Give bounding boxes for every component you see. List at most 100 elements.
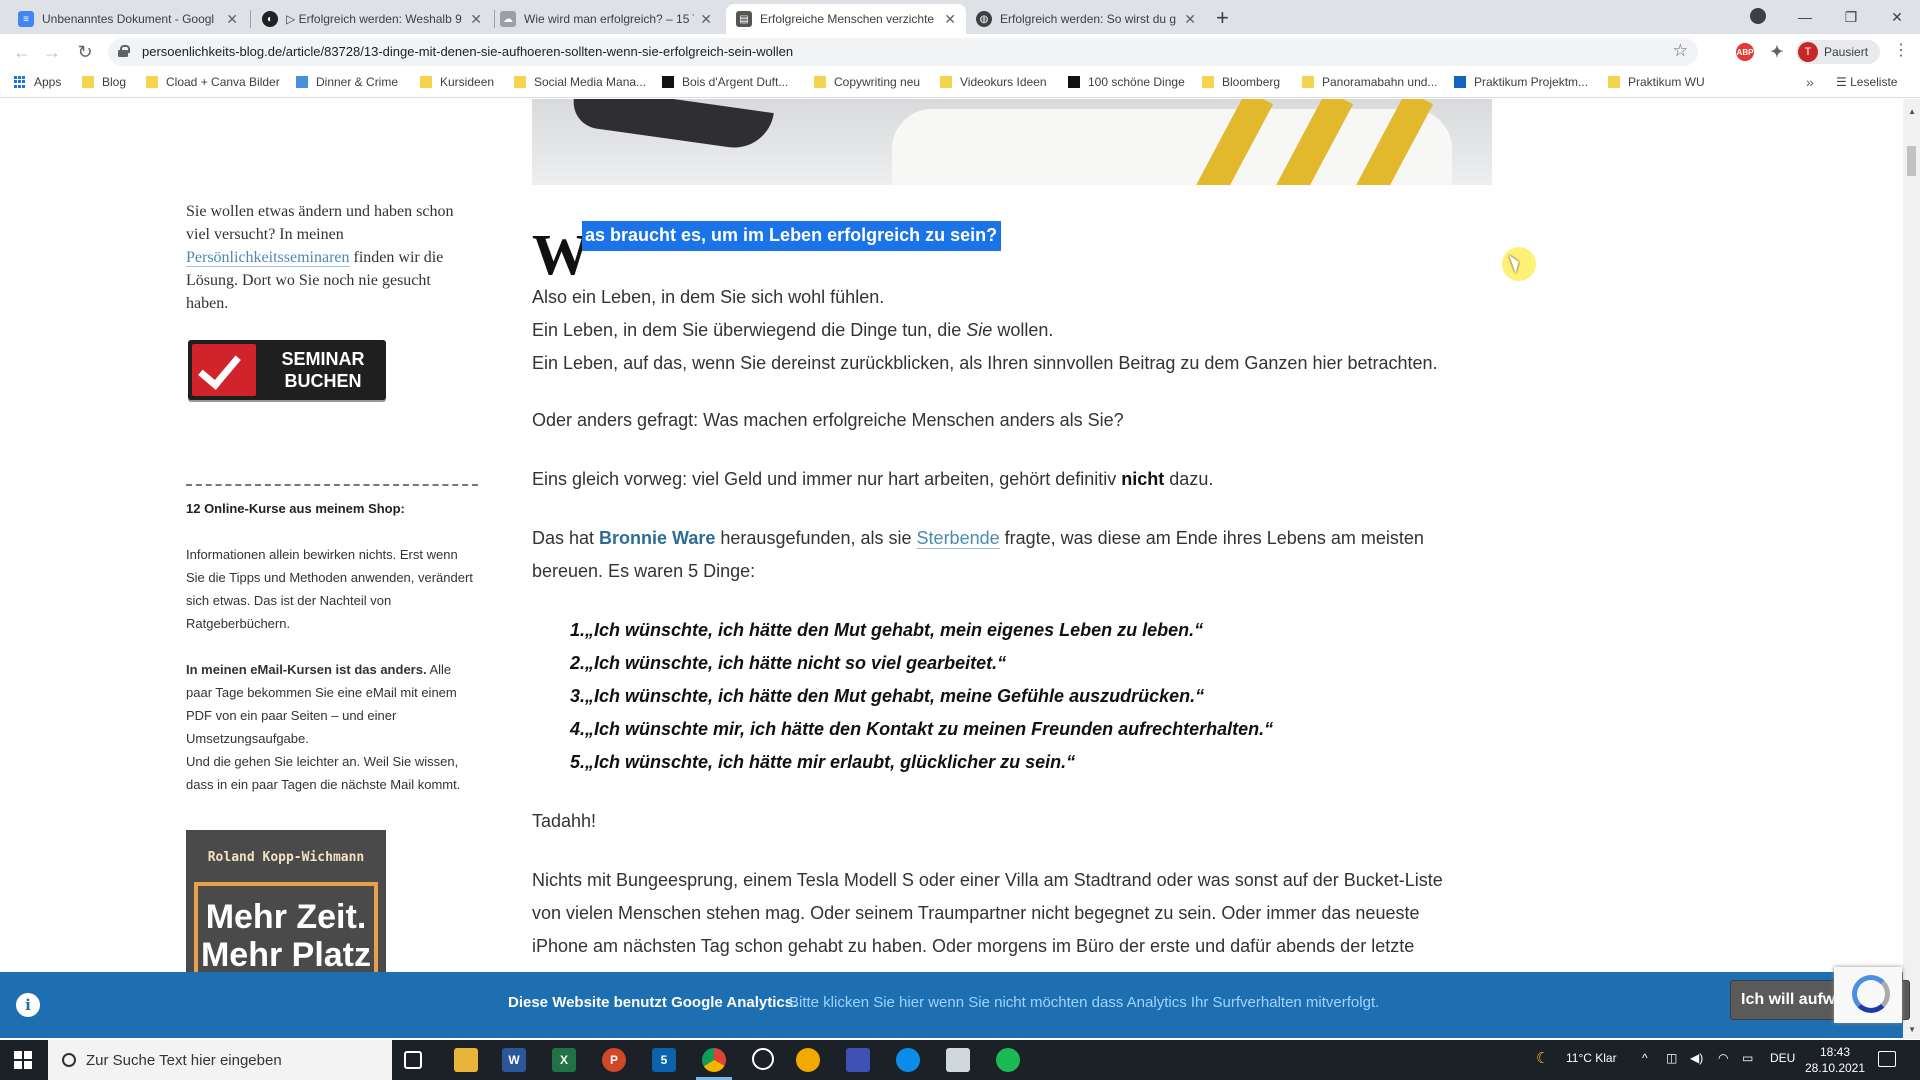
notification-center-icon[interactable] bbox=[1878, 1051, 1896, 1067]
language-indicator[interactable]: DEU bbox=[1770, 1051, 1795, 1065]
close-icon[interactable]: ✕ bbox=[700, 11, 712, 28]
close-icon[interactable]: ✕ bbox=[470, 11, 482, 28]
tab-erfolgreich-so-wirst-du[interactable]: ◍ Erfolgreich werden: So wirst du g ✕ bbox=[966, 4, 1206, 34]
restore-button[interactable]: ❐ bbox=[1828, 0, 1874, 34]
selected-heading-text[interactable]: as braucht es, um im Leben erfolgreich z… bbox=[582, 221, 1002, 251]
forward-button[interactable]: → bbox=[40, 40, 64, 64]
analytics-opt-out-link[interactable]: Bitte klicken Sie hier wenn Sie nicht mö… bbox=[789, 994, 1379, 1011]
close-icon[interactable]: ✕ bbox=[226, 11, 238, 28]
scroll-down-arrow-icon[interactable]: ▼ bbox=[1908, 1025, 1916, 1034]
bookmark-copywriting[interactable]: Copywriting neu bbox=[814, 75, 920, 89]
close-icon[interactable]: ✕ bbox=[944, 11, 956, 28]
page-scrollbar[interactable]: ▲ ▼ bbox=[1903, 99, 1920, 1039]
bookmark-panoramabahn[interactable]: Panoramabahn und... bbox=[1302, 75, 1437, 89]
tray-chevron-icon[interactable]: ^ bbox=[1642, 1051, 1648, 1065]
scroll-thumb[interactable] bbox=[1907, 146, 1916, 176]
close-window-button[interactable]: ✕ bbox=[1874, 0, 1920, 34]
list-item: 2.„Ich wünschte, ich hätte nicht so viel… bbox=[570, 653, 1007, 673]
scroll-up-arrow-icon[interactable]: ▲ bbox=[1908, 107, 1916, 116]
volume-icon[interactable]: ◀) bbox=[1690, 1051, 1703, 1065]
menu-kebab-icon[interactable]: ⋮ bbox=[1893, 40, 1909, 60]
bookmark-apps[interactable]: Apps bbox=[14, 75, 61, 89]
bookmark-100-schoene-dinge[interactable]: 100 schöne Dinge bbox=[1068, 75, 1185, 89]
bookmark-dinner-crime[interactable]: Dinner & Crime bbox=[296, 75, 398, 89]
minimize-button[interactable]: — bbox=[1782, 0, 1828, 34]
globe-icon: ◍ bbox=[976, 11, 992, 27]
seminar-promo-text: Sie wollen etwas ändern und haben schon … bbox=[186, 203, 454, 312]
bookmark-blog[interactable]: Blog bbox=[82, 75, 126, 89]
app-icon[interactable] bbox=[846, 1048, 870, 1072]
mail-icon[interactable]: 5 bbox=[652, 1048, 676, 1072]
excel-icon[interactable]: X bbox=[552, 1048, 576, 1072]
weather-text[interactable]: 11°C Klar bbox=[1566, 1051, 1617, 1065]
chrome-icon[interactable] bbox=[702, 1048, 726, 1072]
tab-wie-wird-man-erfolgreich[interactable]: ☁ Wie wird man erfolgreich? – 15 T ✕ bbox=[490, 4, 722, 34]
reading-list-button[interactable]: ☰ Leseliste bbox=[1836, 75, 1897, 89]
spotify-icon[interactable] bbox=[996, 1048, 1020, 1072]
blog-icon: ▤ bbox=[736, 11, 752, 27]
list-item: 4.„Ich wünschte mir, ich hätte den Konta… bbox=[570, 719, 1274, 739]
sterbende-link[interactable]: Sterbende bbox=[916, 528, 1000, 549]
info-icon: i bbox=[16, 993, 40, 1017]
obs-icon[interactable] bbox=[752, 1048, 774, 1070]
recaptcha-badge[interactable] bbox=[1834, 967, 1902, 1023]
tab-google-doc[interactable]: ≡ Unbenanntes Dokument - Googl ✕ bbox=[8, 4, 248, 34]
edge-icon[interactable] bbox=[896, 1048, 920, 1072]
folder-icon bbox=[1608, 76, 1620, 88]
bookmark-bois-dargent[interactable]: Bois d'Argent Duft... bbox=[662, 75, 788, 89]
tab-search-icon[interactable] bbox=[1750, 8, 1766, 24]
bookmark-social-media[interactable]: Social Media Mana... bbox=[514, 75, 646, 89]
bronnie-ware-link[interactable]: Bronnie Ware bbox=[599, 528, 715, 548]
bookmark-videokurs[interactable]: Videokurs Ideen bbox=[940, 75, 1047, 89]
close-icon[interactable]: ✕ bbox=[1184, 11, 1196, 28]
notepad-icon[interactable] bbox=[946, 1048, 970, 1072]
folder-icon bbox=[82, 76, 94, 88]
back-button[interactable]: ← bbox=[10, 40, 34, 64]
bookmark-star-icon[interactable]: ☆ bbox=[1673, 41, 1688, 61]
adblock-extension-icon[interactable]: ABP bbox=[1736, 43, 1754, 61]
wifi-icon[interactable]: ◠ bbox=[1718, 1051, 1728, 1065]
file-explorer-icon[interactable] bbox=[454, 1048, 478, 1072]
tab-erfolgreich-weshalb[interactable]: ◐ ▷ Erfolgreich werden: Weshalb 9 ✕ bbox=[252, 4, 492, 34]
taskbar-clock[interactable]: 18:43 28.10.2021 bbox=[1800, 1044, 1870, 1076]
address-bar[interactable]: persoenlichkeits-blog.de/article/83728/1… bbox=[108, 38, 1698, 66]
word-icon[interactable]: W bbox=[502, 1048, 526, 1072]
seminar-link[interactable]: Persönlichkeitsseminaren bbox=[186, 249, 350, 267]
cookie-message: Diese Website benutzt Google Analytics. bbox=[508, 994, 798, 1011]
book-cover[interactable]: Roland Kopp-Wichmann Mehr Zeit. Mehr Pla… bbox=[186, 830, 386, 972]
mouse-cursor-icon bbox=[1502, 247, 1536, 281]
url-text[interactable]: persoenlichkeits-blog.de/article/83728/1… bbox=[142, 44, 793, 59]
site-icon bbox=[662, 76, 674, 88]
more-bookmarks-chevron-icon[interactable]: » bbox=[1806, 74, 1814, 90]
app-icon[interactable] bbox=[796, 1048, 820, 1072]
money-paragraph: Eins gleich vorweg: viel Geld und immer … bbox=[532, 469, 1214, 489]
task-view-icon[interactable] bbox=[404, 1051, 422, 1069]
page-content: Sie wollen etwas ändern und haben schon … bbox=[0, 99, 1920, 972]
bookmark-kursideen[interactable]: Kursideen bbox=[420, 75, 494, 89]
extensions-puzzle-icon[interactable]: ✦ bbox=[1768, 43, 1786, 61]
shop-description: Informationen allein bewirken nichts. Er… bbox=[186, 547, 473, 631]
bookmark-praktikum-wu[interactable]: Praktikum WU bbox=[1608, 75, 1705, 89]
bookmarks-bar: Apps Blog Cload + Canva Bilder Dinner & … bbox=[0, 70, 1920, 98]
windows-start-icon[interactable] bbox=[14, 1051, 32, 1069]
site-icon bbox=[1068, 76, 1080, 88]
bookmark-bloomberg[interactable]: Bloomberg bbox=[1202, 75, 1280, 89]
bookmark-cload-canva[interactable]: Cload + Canva Bilder bbox=[146, 75, 280, 89]
tab-erfolgreiche-menschen[interactable]: ▤ Erfolgreiche Menschen verzichte ✕ bbox=[726, 4, 966, 34]
question-paragraph: Oder anders gefragt: Was machen erfolgre… bbox=[532, 410, 1124, 430]
keyboard-icon[interactable]: ▭ bbox=[1742, 1051, 1753, 1065]
profile-button[interactable]: T Pausiert bbox=[1796, 40, 1880, 64]
mail-badge: 5 bbox=[660, 1053, 668, 1067]
bookmark-praktikum-projektm[interactable]: Praktikum Projektm... bbox=[1454, 75, 1588, 89]
taskbar-search-input[interactable]: Zur Suche Text hier eingeben bbox=[48, 1040, 392, 1080]
network-icon[interactable]: ◫ bbox=[1666, 1051, 1677, 1065]
regrets-list: 1.„Ich wünschte, ich hätte den Mut gehab… bbox=[570, 614, 1450, 779]
lock-icon[interactable] bbox=[118, 45, 130, 57]
new-tab-button[interactable]: + bbox=[1216, 5, 1229, 31]
seminar-buchen-button[interactable]: SEMINAR BUCHEN bbox=[188, 340, 386, 400]
dashed-divider bbox=[186, 484, 478, 486]
bucket-list-paragraph: Nichts mit Bungeesprung, einem Tesla Mod… bbox=[532, 870, 1443, 956]
apps-grid-icon bbox=[14, 76, 26, 88]
powerpoint-icon[interactable]: P bbox=[602, 1048, 626, 1072]
reload-button[interactable]: ↻ bbox=[73, 40, 97, 64]
